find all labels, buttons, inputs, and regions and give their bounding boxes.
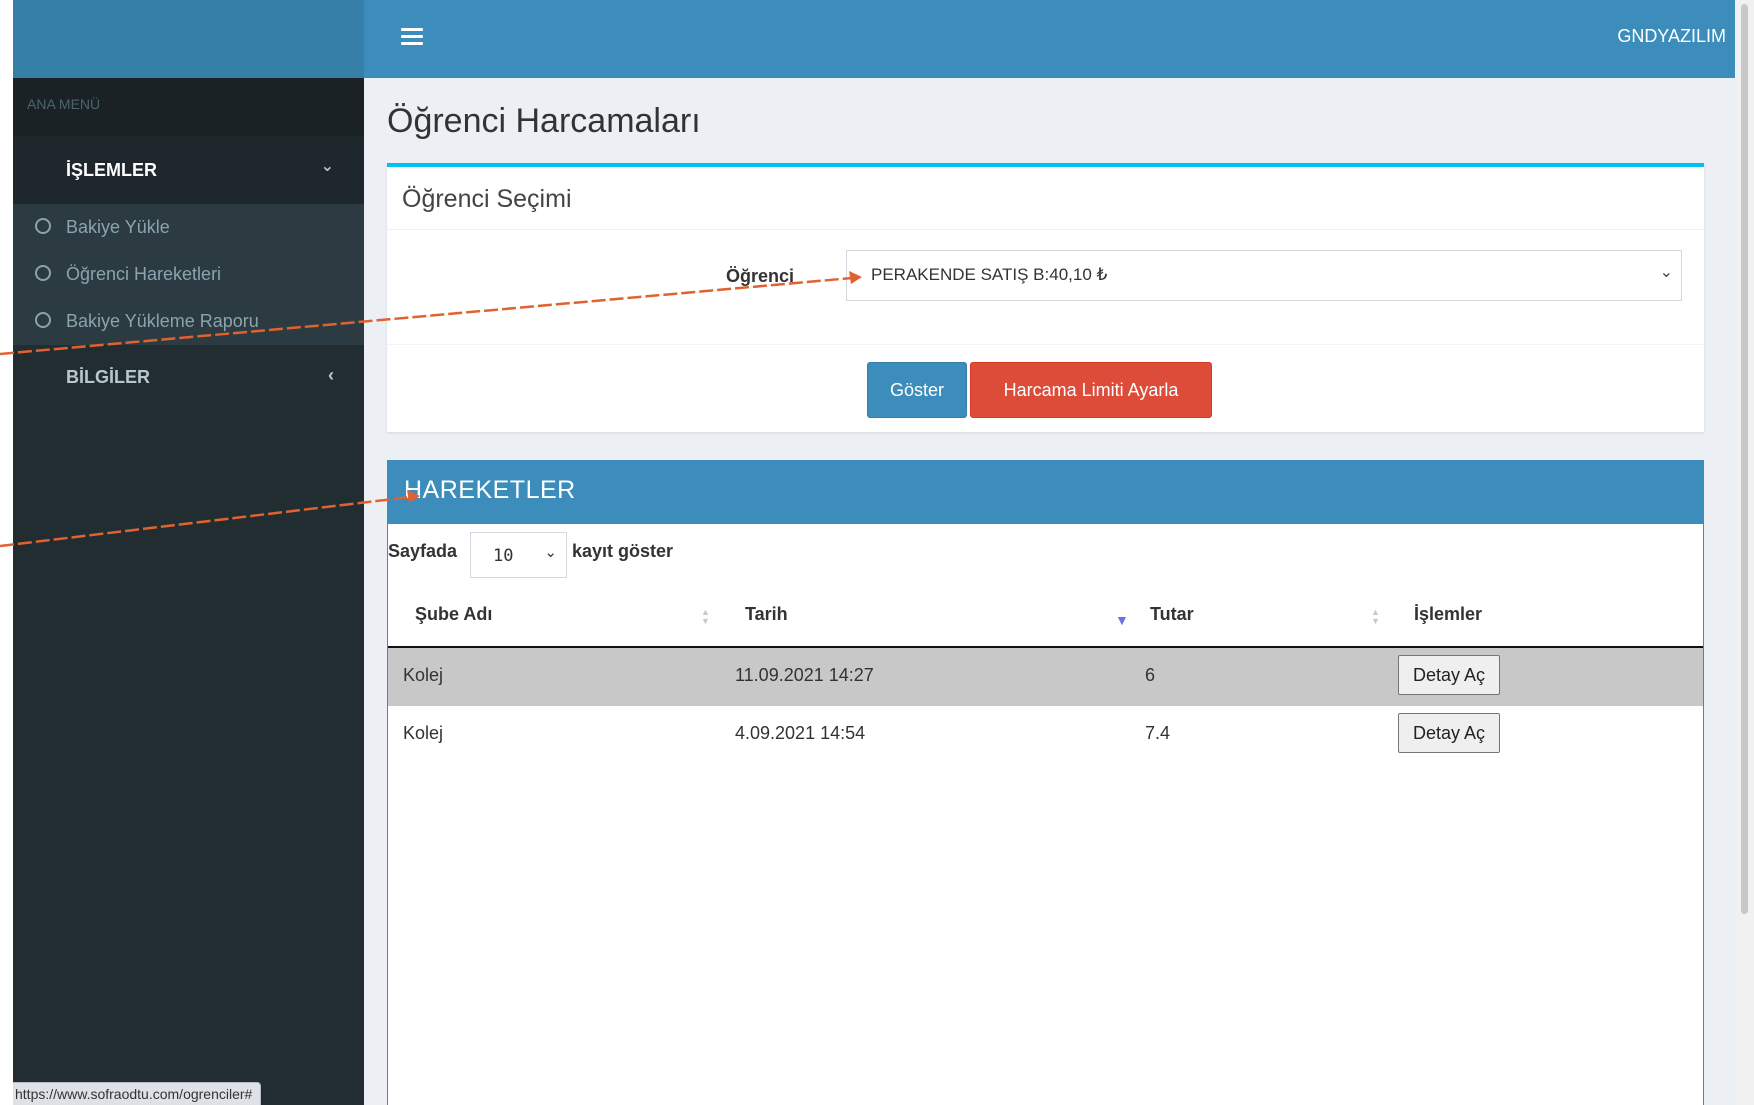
page-length-prefix: Sayfada [388, 541, 458, 561]
column-header-tarih[interactable]: Tarih [745, 604, 788, 625]
sidebar-item-label: Öğrenci Hareketleri [66, 264, 222, 284]
table-row: Kolej 4.09.2021 14:54 7.4 Detay Aç [388, 706, 1703, 764]
student-select-value: PERAKENDE SATIŞ B:40,10 ₺ [871, 265, 1108, 284]
chevron-down-icon: ⌄ [320, 158, 334, 175]
movements-box: HAREKETLER Sayfada 10 ⌄ kayıt göster Şub… [387, 460, 1704, 1105]
app-window: GNDYAZILIM ANA MENÜ İŞLEMLER ⌄ Bakiye Yü… [13, 0, 1735, 1105]
box-header: HAREKETLER [388, 461, 1703, 524]
sidebar-item-bakiye-yukleme-raporu[interactable]: Bakiye Yükleme Raporu [13, 298, 364, 345]
sidebar-item-bakiye-yukle[interactable]: Bakiye Yükle [13, 204, 364, 251]
circle-icon [35, 265, 51, 281]
box-title: HAREKETLER [404, 476, 576, 504]
browser-status-url: https://www.sofraodtu.com/ogrenciler# [13, 1082, 262, 1105]
sidebar-item-label: Bakiye Yükle [66, 217, 170, 237]
circle-icon [35, 218, 51, 234]
table-row: Kolej 11.09.2021 14:27 6 Detay Aç [388, 648, 1703, 706]
student-select[interactable]: PERAKENDE SATIŞ B:40,10 ₺ ⌄ [846, 250, 1682, 301]
box-header: Öğrenci Seçimi [387, 167, 1704, 230]
column-header-islemler: İşlemler [1414, 604, 1483, 624]
sidebar-submenu: Bakiye Yükle Öğrenci Hareketleri Bakiye … [13, 204, 364, 345]
chevron-down-icon: ⌄ [544, 544, 557, 561]
page-title: Öğrenci Harcamaları [387, 102, 701, 140]
set-spending-limit-button[interactable]: Harcama Limiti Ayarla [970, 362, 1212, 418]
page-length-value: 10 [493, 546, 514, 566]
cell-sube: Kolej [403, 665, 444, 685]
sidebar-item-ogrenci-hareketleri[interactable]: Öğrenci Hareketleri [13, 251, 364, 298]
cell-tutar: 7.4 [1145, 723, 1171, 743]
scrollbar-thumb[interactable] [1741, 4, 1748, 914]
circle-icon [35, 312, 51, 328]
user-brand-label[interactable]: GNDYAZILIM [1617, 26, 1726, 47]
sort-icon[interactable]: ▲ ▼ [1371, 608, 1380, 626]
top-navbar [364, 0, 1735, 78]
page-scrollbar[interactable] [1735, 0, 1754, 1105]
page-length-suffix: kayıt göster [572, 541, 674, 561]
cell-tarih: 11.09.2021 14:27 [735, 665, 874, 685]
show-button[interactable]: Göster [867, 362, 967, 418]
sidebar-menu-label: İŞLEMLER [66, 160, 158, 180]
column-header-sube[interactable]: Şube Adı [415, 604, 492, 625]
chevron-left-icon: ‹ [328, 365, 334, 385]
column-header-tutar[interactable]: Tutar [1150, 604, 1194, 625]
student-field-label: Öğrenci [726, 266, 795, 286]
movements-table: Şube Adı ▲ ▼ Tarih ▼ Tutar ▲ ▼ İşlemler Ko… [388, 588, 1703, 764]
detail-open-button[interactable]: Detay Aç [1398, 713, 1500, 753]
student-selection-box: Öğrenci Seçimi Öğrenci PERAKENDE SATIŞ B… [387, 163, 1704, 432]
box-footer-divider [387, 344, 1704, 345]
box-title: Öğrenci Seçimi [402, 185, 572, 213]
sidebar-menu-bilgiler[interactable]: BİLGİLER ‹ [13, 345, 364, 413]
sidebar-header: ANA MENÜ [13, 78, 364, 136]
cell-tutar: 6 [1145, 665, 1156, 685]
chevron-down-icon: ⌄ [1659, 264, 1673, 281]
hamburger-menu-icon[interactable] [401, 28, 423, 46]
cell-tarih: 4.09.2021 14:54 [735, 723, 866, 743]
page-length-select[interactable]: 10 ⌄ [470, 532, 567, 578]
sidebar-item-label: Bakiye Yükleme Raporu [66, 311, 259, 331]
table-header: Şube Adı ▲ ▼ Tarih ▼ Tutar ▲ ▼ İşlemler [388, 588, 1703, 648]
cell-sube: Kolej [403, 723, 444, 743]
detail-open-button[interactable]: Detay Aç [1398, 655, 1500, 695]
sidebar-menu-islemler[interactable]: İŞLEMLER ⌄ [13, 136, 364, 204]
sidebar-menu-label: BİLGİLER [66, 367, 150, 387]
sidebar: ANA MENÜ İŞLEMLER ⌄ Bakiye Yükle Öğrenci… [13, 78, 364, 1105]
logo-area[interactable] [13, 0, 364, 78]
sort-desc-icon[interactable]: ▼ [1115, 612, 1129, 628]
sort-icon[interactable]: ▲ ▼ [701, 608, 710, 626]
